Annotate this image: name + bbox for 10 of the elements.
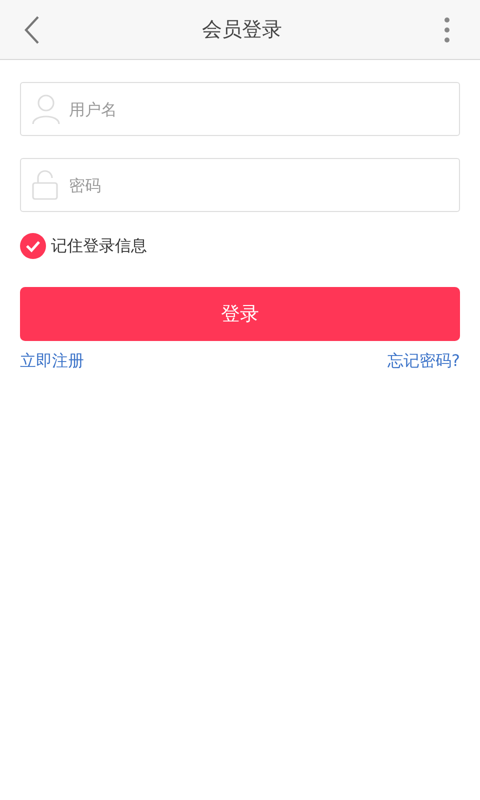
back-icon[interactable] <box>24 16 40 44</box>
page-title: 会员登录 <box>202 16 282 43</box>
forgot-password-link[interactable]: 忘记密码? <box>388 351 460 372</box>
more-icon[interactable] <box>444 16 450 42</box>
register-link[interactable]: 立即注册 <box>20 351 84 372</box>
checkbox[interactable] <box>20 233 46 259</box>
remember-label: 记住登录信息 <box>51 236 147 256</box>
login-button[interactable]: 登录 <box>20 287 460 341</box>
input-field[interactable]: 密码 <box>20 158 460 212</box>
input-field[interactable]: 用户名 <box>20 82 460 136</box>
